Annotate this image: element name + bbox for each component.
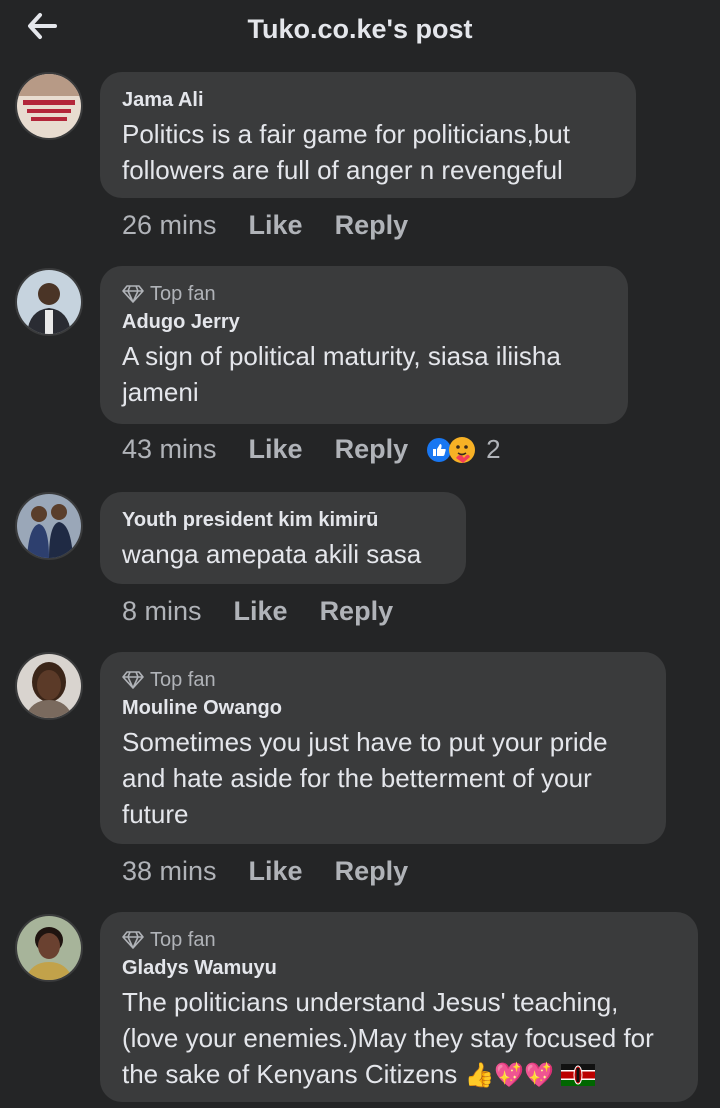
app-header: Tuko.co.ke's post (0, 0, 720, 58)
comment-actions: 43 mins Like Reply 2 (122, 434, 501, 465)
comment-time[interactable]: 26 mins (122, 210, 217, 241)
badge-label: Top fan (150, 668, 216, 691)
comment-author[interactable]: Jama Ali (122, 86, 614, 114)
comment-author[interactable]: Youth president kim kimirū (122, 506, 444, 534)
comment-actions: 26 mins Like Reply (122, 210, 440, 241)
comment-actions: 8 mins Like Reply (122, 596, 425, 627)
kenya-flag-icon (561, 1064, 596, 1086)
top-fan-badge: Top fan (122, 666, 644, 694)
reply-button[interactable]: Reply (335, 210, 409, 241)
reply-button[interactable]: Reply (335, 856, 409, 887)
avatar[interactable] (15, 914, 83, 982)
diamond-icon (122, 285, 144, 303)
diamond-icon (122, 671, 144, 689)
badge-label: Top fan (150, 282, 216, 305)
like-button[interactable]: Like (234, 596, 288, 627)
badge-label: Top fan (150, 928, 216, 951)
comment-author[interactable]: Adugo Jerry (122, 308, 606, 336)
comment-text: wanga amepata akili sasa (122, 539, 422, 569)
like-button[interactable]: Like (249, 856, 303, 887)
avatar[interactable] (15, 268, 83, 336)
reaction-count: 2 (486, 434, 501, 464)
comment-bubble: Top fan Adugo Jerry A sign of political … (100, 266, 628, 424)
diamond-icon (122, 931, 144, 949)
reply-button[interactable]: Reply (320, 596, 394, 627)
reaction-summary[interactable]: 2 (426, 434, 501, 465)
comment-author[interactable]: Gladys Wamuyu (122, 954, 676, 982)
comment-text: Politics is a fair game for politicians,… (122, 119, 570, 185)
page-title: Tuko.co.ke's post (247, 14, 473, 44)
comment-time[interactable]: 38 mins (122, 856, 217, 887)
comment-text: A sign of political maturity, siasa ilii… (122, 341, 561, 407)
top-fan-badge: Top fan (122, 280, 606, 308)
comment-text: The politicians understand Jesus' teachi… (122, 984, 676, 1094)
emoji-tail: 👍💖💖 (464, 1062, 555, 1089)
comment-author[interactable]: Mouline Owango (122, 694, 644, 722)
comment-actions: 38 mins Like Reply (122, 856, 440, 887)
comment-time[interactable]: 43 mins (122, 434, 217, 465)
comment-bubble: Youth president kim kimirū wanga amepata… (100, 492, 466, 584)
comment-bubble: Top fan Gladys Wamuyu The politicians un… (100, 912, 698, 1102)
comment-time[interactable]: 8 mins (122, 596, 202, 627)
care-reaction-icon (449, 436, 476, 463)
top-fan-badge: Top fan (122, 926, 676, 954)
avatar[interactable] (15, 492, 83, 560)
like-button[interactable]: Like (249, 210, 303, 241)
comment-bubble: Top fan Mouline Owango Sometimes you jus… (100, 652, 666, 844)
avatar[interactable] (15, 652, 83, 720)
comment-text: Sometimes you just have to put your prid… (122, 727, 608, 829)
comment-bubble: Jama Ali Politics is a fair game for pol… (100, 72, 636, 198)
avatar[interactable] (15, 72, 83, 140)
reply-button[interactable]: Reply (335, 434, 409, 465)
like-button[interactable]: Like (249, 434, 303, 465)
